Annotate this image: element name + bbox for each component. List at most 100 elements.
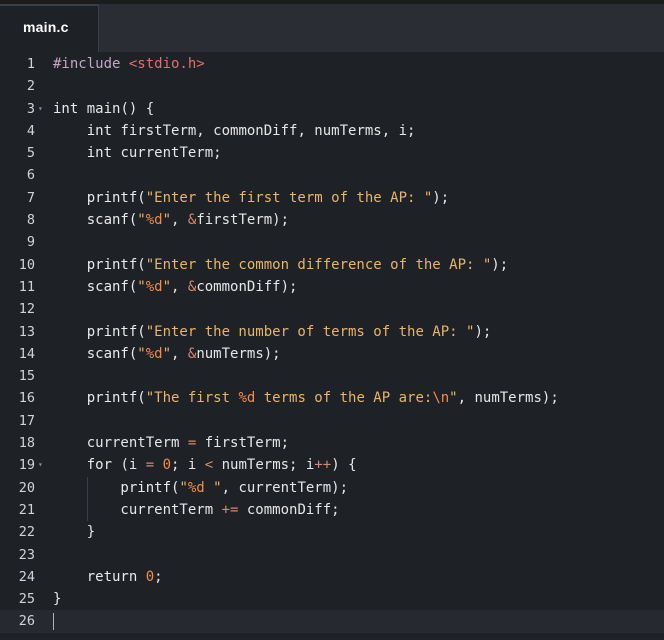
code-token: printf( xyxy=(53,189,146,206)
code-text: } xyxy=(53,588,61,610)
code-line[interactable]: 24 return 0; xyxy=(0,566,664,588)
code-token: main() { xyxy=(78,100,155,117)
code-token: currentTerm); xyxy=(238,479,349,496)
code-token: firstTerm; xyxy=(196,435,290,452)
code-text: printf("The first %d terms of the AP are… xyxy=(53,387,559,409)
code-line[interactable]: 21 currentTerm += commonDiff; xyxy=(0,498,664,522)
line-number: 1 xyxy=(26,56,35,72)
code-token: %d xyxy=(187,479,205,496)
line-number: 7 xyxy=(26,189,35,206)
code-line[interactable]: 2 xyxy=(0,75,664,97)
line-number: 25 xyxy=(18,591,35,608)
code-token: " xyxy=(137,212,146,229)
code-token: commonDiff; xyxy=(238,501,340,518)
code-token: = xyxy=(145,457,155,474)
code-token: ; i xyxy=(171,457,205,474)
code-text: int currentTerm; xyxy=(53,142,222,164)
code-line[interactable]: 16 printf("The first %d terms of the AP … xyxy=(0,387,664,409)
code-line[interactable]: 25} xyxy=(0,588,664,610)
code-token: %d xyxy=(145,345,163,362)
code-line[interactable]: 4 int firstTerm, commonDiff, numTerms, i… xyxy=(0,120,664,142)
code-token: , xyxy=(457,390,475,407)
code-token: #include xyxy=(53,56,129,72)
code-line[interactable]: 22 } xyxy=(0,521,664,543)
code-token: " xyxy=(137,278,146,295)
code-line[interactable]: 11 scanf("%d", &commonDiff); xyxy=(0,276,664,298)
code-token: 0 xyxy=(162,457,172,474)
code-line[interactable]: 17 xyxy=(0,410,664,432)
line-number: 6 xyxy=(26,167,35,184)
code-text: for (i = 0; i < numTerms; i++) { xyxy=(53,454,357,476)
code-line[interactable]: 10 printf("Enter the common difference o… xyxy=(0,254,664,276)
code-token: " xyxy=(204,479,222,496)
code-text: printf("Enter the first term of the AP: … xyxy=(53,187,449,209)
code-line[interactable]: 26 xyxy=(0,610,664,633)
line-number: 11 xyxy=(18,278,35,295)
code-line[interactable]: 19 ▾ for (i = 0; i < numTerms; i++) { xyxy=(0,454,664,476)
line-number: 5 xyxy=(26,145,35,162)
code-token: firstTerm); xyxy=(196,212,290,229)
code-token: , xyxy=(171,212,188,229)
code-token: < xyxy=(204,457,214,474)
fold-arrow-icon[interactable]: ▾ xyxy=(38,454,43,476)
line-number: 3 xyxy=(26,100,35,117)
code-line[interactable]: 12 xyxy=(0,298,664,320)
line-number: 26 xyxy=(18,613,35,630)
code-token: numTerms); xyxy=(196,345,281,362)
tab-main-c[interactable]: main.c xyxy=(0,4,99,52)
code-token: commonDiff); xyxy=(196,278,298,295)
line-number: 15 xyxy=(18,368,35,385)
code-token: <stdio.h> xyxy=(128,56,205,72)
code-line[interactable]: 20 printf("%d ", currentTerm); xyxy=(0,476,664,499)
line-number: 16 xyxy=(18,390,35,407)
code-token: int xyxy=(53,145,113,162)
code-token: printf( xyxy=(53,323,146,340)
line-number: 17 xyxy=(18,412,35,429)
line-number: 2 xyxy=(26,78,35,95)
code-token: printf( xyxy=(53,256,146,273)
code-area[interactable]: 1 #include <stdio.h> 2 3 ▾ int main() {4 int … xyxy=(0,53,664,633)
code-token: %d xyxy=(145,278,163,295)
code-token: += xyxy=(221,501,239,518)
code-token: currentTerm; xyxy=(112,145,222,162)
line-number: 20 xyxy=(18,479,35,496)
code-line[interactable]: 6 xyxy=(0,164,664,186)
code-token: , xyxy=(171,278,188,295)
code-line[interactable]: 5 int currentTerm; xyxy=(0,142,664,164)
code-text: currentTerm += commonDiff; xyxy=(53,499,340,521)
code-line[interactable]: 15 xyxy=(0,365,664,387)
line-number: 8 xyxy=(26,212,35,229)
code-token: , xyxy=(171,345,188,362)
code-token: scanf( xyxy=(53,212,138,229)
code-line[interactable]: 13 printf("Enter the number of terms of … xyxy=(0,321,664,343)
line-number: 21 xyxy=(18,501,35,518)
code-line[interactable]: 3 ▾ int main() { xyxy=(0,98,664,120)
code-text: scanf("%d", &commonDiff); xyxy=(53,276,298,298)
code-token: } xyxy=(53,524,96,541)
code-token: \n xyxy=(432,390,450,407)
code-text: printf("%d ", currentTerm); xyxy=(53,477,348,499)
tab-bar: main.c xyxy=(0,4,664,52)
code-token: currentTerm xyxy=(53,435,188,452)
code-token: " xyxy=(137,345,146,362)
code-text: printf("Enter the common difference of t… xyxy=(53,254,508,276)
code-token: int xyxy=(53,122,113,139)
code-line[interactable]: 1 #include <stdio.h> xyxy=(0,53,664,75)
code-token: "Enter the common difference of the AP: … xyxy=(145,256,492,273)
code-editor[interactable]: main.c 1 #include <stdio.h> 2 3 ▾ int main() … xyxy=(0,0,664,640)
code-text: #include <stdio.h> xyxy=(53,53,205,75)
line-number: 18 xyxy=(18,435,35,452)
code-line[interactable]: 9 xyxy=(0,231,664,253)
code-line[interactable]: 23 xyxy=(0,544,664,566)
code-token: (i xyxy=(112,457,146,474)
code-line[interactable]: 18 currentTerm = firstTerm; xyxy=(0,432,664,454)
code-line[interactable]: 7 printf("Enter the first term of the AP… xyxy=(0,187,664,209)
code-token: "The first xyxy=(145,390,239,407)
code-token: ); xyxy=(432,189,450,206)
fold-arrow-icon[interactable]: ▾ xyxy=(38,98,43,120)
code-text: int firstTerm, commonDiff, numTerms, i; xyxy=(53,120,416,142)
code-token: firstTerm, commonDiff, numTerms, i; xyxy=(112,122,416,139)
code-line[interactable]: 8 scanf("%d", &firstTerm); xyxy=(0,209,664,231)
code-line[interactable]: 14 scanf("%d", &numTerms); xyxy=(0,343,664,365)
